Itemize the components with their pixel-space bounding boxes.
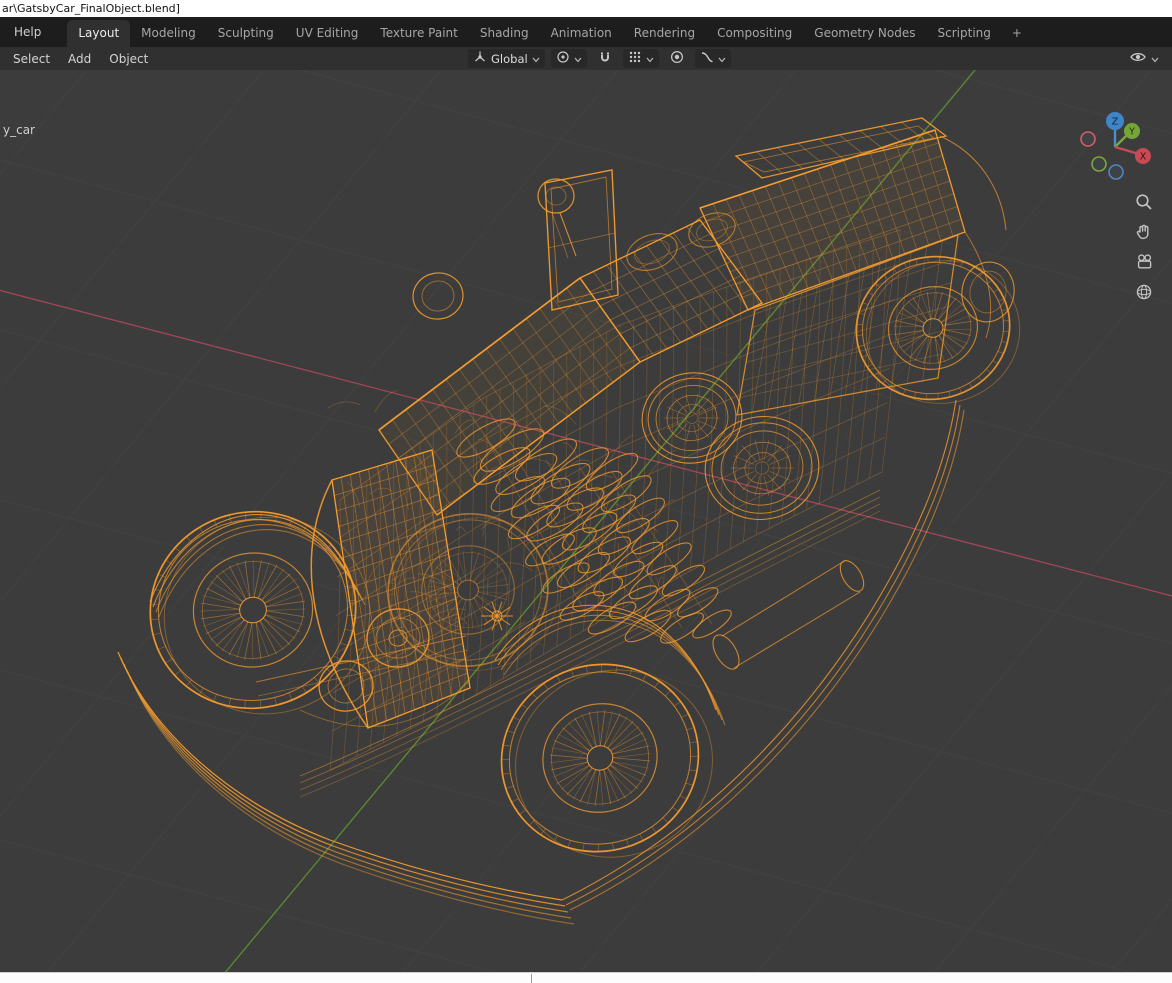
add-menu[interactable]: Add xyxy=(59,52,100,66)
navigation-gizmo[interactable]: Z Y X xyxy=(1077,109,1155,187)
pivot-point-icon xyxy=(556,50,570,67)
viewport-tool-settings: Global xyxy=(468,49,731,68)
help-menu[interactable]: Help xyxy=(4,17,51,47)
chevron-down-icon xyxy=(718,52,726,66)
perspective-toggle-button[interactable] xyxy=(1130,281,1158,303)
chevron-down-icon xyxy=(574,52,582,66)
snap-toggle-button[interactable] xyxy=(593,49,617,68)
viewport-3d[interactable]: y_car Z Y X xyxy=(0,70,1172,972)
gizmo-y-label: Y xyxy=(1128,127,1135,138)
magnet-icon xyxy=(598,50,612,67)
status-tick xyxy=(531,974,532,983)
tab-scripting[interactable]: Scripting xyxy=(927,20,1002,47)
gizmo-z-label: Z xyxy=(1112,117,1119,128)
tab-geometry-nodes[interactable]: Geometry Nodes xyxy=(803,20,926,47)
transform-orientation-label: Global xyxy=(491,51,528,66)
tab-uv-editing[interactable]: UV Editing xyxy=(285,20,370,47)
snap-settings-dropdown[interactable] xyxy=(622,49,659,68)
tab-layout[interactable]: Layout xyxy=(67,20,131,47)
viewport-header-right xyxy=(1124,49,1164,68)
viewport-menus: Select Add Object xyxy=(0,52,157,66)
viewport-header: Select Add Object Global xyxy=(0,47,1172,70)
pivot-point-dropdown[interactable] xyxy=(550,49,587,68)
window-title: ar\GatsbyCar_FinalObject.blend] xyxy=(0,0,1172,17)
falloff-curve-icon xyxy=(700,50,714,67)
snap-grid-icon xyxy=(628,50,642,67)
tab-shading[interactable]: Shading xyxy=(469,20,540,47)
gizmo-negative-z[interactable] xyxy=(1108,164,1124,180)
add-workspace-button[interactable]: + xyxy=(1002,20,1032,47)
proportional-editing-toggle[interactable] xyxy=(665,49,689,68)
tab-animation[interactable]: Animation xyxy=(540,20,623,47)
orientation-axes-icon xyxy=(473,50,487,67)
select-menu[interactable]: Select xyxy=(4,52,59,66)
overlays-dropdown[interactable] xyxy=(1124,49,1164,68)
zoom-button[interactable] xyxy=(1130,191,1158,213)
proportional-circle-icon xyxy=(670,50,684,67)
tab-sculpting[interactable]: Sculpting xyxy=(207,20,285,47)
eye-icon xyxy=(1129,49,1147,68)
camera-view-button[interactable] xyxy=(1130,251,1158,273)
chevron-down-icon xyxy=(1151,52,1159,66)
pan-hand-button[interactable] xyxy=(1130,221,1158,243)
gizmo-x-label: X xyxy=(1140,152,1147,163)
viewport-nav-controls xyxy=(1130,191,1158,303)
gizmo-negative-y[interactable] xyxy=(1091,156,1107,172)
object-label: y_car xyxy=(3,123,35,137)
tab-texture-paint[interactable]: Texture Paint xyxy=(369,20,468,47)
chevron-down-icon xyxy=(532,52,540,66)
tab-compositing[interactable]: Compositing xyxy=(706,20,803,47)
tab-modeling[interactable]: Modeling xyxy=(130,20,207,47)
workspace-tabs: Layout Modeling Sculpting UV Editing Tex… xyxy=(67,17,1032,47)
object-menu[interactable]: Object xyxy=(100,52,157,66)
tab-rendering[interactable]: Rendering xyxy=(623,20,706,47)
proportional-falloff-dropdown[interactable] xyxy=(694,49,731,68)
viewport-canvas[interactable] xyxy=(0,70,1172,972)
status-bar xyxy=(0,972,1172,983)
transform-orientation-dropdown[interactable]: Global xyxy=(468,49,545,68)
chevron-down-icon xyxy=(646,52,654,66)
topbar: Help Layout Modeling Sculpting UV Editin… xyxy=(0,17,1172,47)
gizmo-negative-x[interactable] xyxy=(1080,131,1096,147)
